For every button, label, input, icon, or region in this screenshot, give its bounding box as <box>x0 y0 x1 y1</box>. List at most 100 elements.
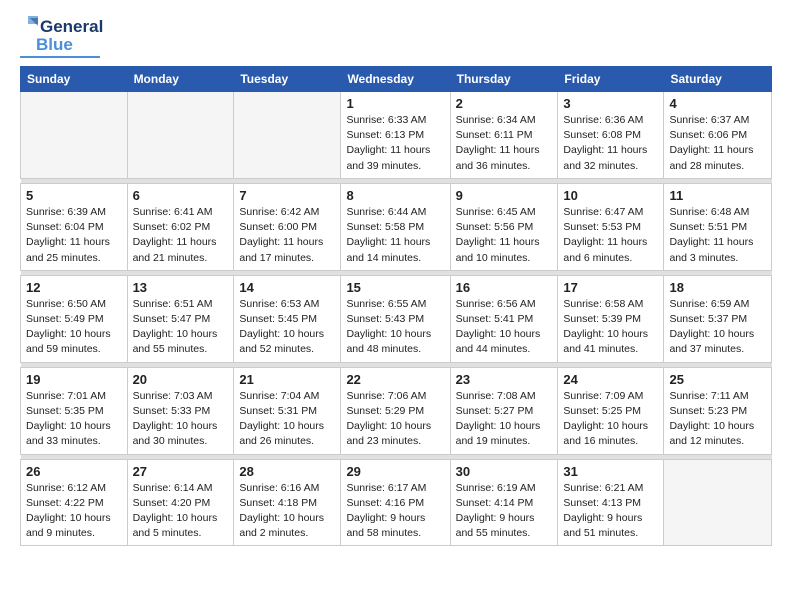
day-number: 22 <box>346 372 444 387</box>
calendar-cell: 4 Sunrise: 6:37 AMSunset: 6:06 PMDaylight… <box>664 92 772 179</box>
calendar-table: Sunday Monday Tuesday Wednesday Thursday… <box>20 66 772 546</box>
day-number: 10 <box>563 188 658 203</box>
week-row-5: 26 Sunrise: 6:12 AMSunset: 4:22 PMDayligh… <box>21 459 772 546</box>
calendar-cell: 17 Sunrise: 6:58 AMSunset: 5:39 PMDayligh… <box>558 275 664 362</box>
calendar-cell: 12 Sunrise: 6:50 AMSunset: 5:49 PMDayligh… <box>21 275 128 362</box>
day-number: 3 <box>563 96 658 111</box>
day-number: 1 <box>346 96 444 111</box>
calendar-cell: 18 Sunrise: 6:59 AMSunset: 5:37 PMDayligh… <box>664 275 772 362</box>
calendar-cell: 3 Sunrise: 6:36 AMSunset: 6:08 PMDaylight… <box>558 92 664 179</box>
day-number: 16 <box>456 280 553 295</box>
col-tuesday: Tuesday <box>234 67 341 92</box>
day-number: 24 <box>563 372 658 387</box>
day-detail: Sunrise: 6:34 AMSunset: 6:11 PMDaylight:… <box>456 113 553 174</box>
calendar-cell: 13 Sunrise: 6:51 AMSunset: 5:47 PMDayligh… <box>127 275 234 362</box>
day-number: 2 <box>456 96 553 111</box>
logo-underline <box>20 56 100 58</box>
calendar-cell: 25Sunrise: 7:11 AMSunset: 5:23 PMDayligh… <box>664 367 772 454</box>
calendar-cell: 11 Sunrise: 6:48 AMSunset: 5:51 PMDayligh… <box>664 183 772 270</box>
day-detail: Sunrise: 6:51 AMSunset: 5:47 PMDaylight:… <box>133 297 229 358</box>
day-detail: Sunrise: 6:39 AMSunset: 6:04 PMDaylight:… <box>26 205 122 266</box>
calendar-cell: 16 Sunrise: 6:56 AMSunset: 5:41 PMDayligh… <box>450 275 558 362</box>
page-container: General Blue Sunday Monday Tuesday Wedne… <box>0 0 792 556</box>
day-number: 15 <box>346 280 444 295</box>
col-thursday: Thursday <box>450 67 558 92</box>
day-detail: Sunrise: 6:58 AMSunset: 5:39 PMDaylight:… <box>563 297 658 358</box>
logo-blue: Blue <box>36 35 73 55</box>
calendar-cell: 10 Sunrise: 6:47 AMSunset: 5:53 PMDayligh… <box>558 183 664 270</box>
day-number: 26 <box>26 464 122 479</box>
day-number: 8 <box>346 188 444 203</box>
day-number: 20 <box>133 372 229 387</box>
day-detail: Sunrise: 6:36 AMSunset: 6:08 PMDaylight:… <box>563 113 658 174</box>
day-number: 19 <box>26 372 122 387</box>
day-detail: Sunrise: 6:53 AMSunset: 5:45 PMDaylight:… <box>239 297 335 358</box>
calendar-cell: 6 Sunrise: 6:41 AMSunset: 6:02 PMDaylight… <box>127 183 234 270</box>
day-number: 29 <box>346 464 444 479</box>
day-detail: Sunrise: 6:33 AMSunset: 6:13 PMDaylight:… <box>346 113 444 174</box>
calendar-cell: 31 Sunrise: 6:21 AMSunset: 4:13 PMDayligh… <box>558 459 664 546</box>
day-number: 4 <box>669 96 766 111</box>
day-detail: Sunrise: 6:14 AMSunset: 4:20 PMDaylight:… <box>133 481 229 542</box>
day-detail: Sunrise: 7:03 AMSunset: 5:33 PMDaylight:… <box>133 389 229 450</box>
day-number: 23 <box>456 372 553 387</box>
day-detail: Sunrise: 6:37 AMSunset: 6:06 PMDaylight:… <box>669 113 766 174</box>
day-detail: Sunrise: 7:08 AMSunset: 5:27 PMDaylight:… <box>456 389 553 450</box>
week-row-2: 5 Sunrise: 6:39 AMSunset: 6:04 PMDaylight… <box>21 183 772 270</box>
day-number: 21 <box>239 372 335 387</box>
day-number: 31 <box>563 464 658 479</box>
calendar-cell: 23 Sunrise: 7:08 AMSunset: 5:27 PMDayligh… <box>450 367 558 454</box>
calendar-cell: 14Sunrise: 6:53 AMSunset: 5:45 PMDayligh… <box>234 275 341 362</box>
logo-general: General <box>40 17 103 37</box>
day-detail: Sunrise: 6:16 AMSunset: 4:18 PMDaylight:… <box>239 481 335 542</box>
calendar-cell <box>127 92 234 179</box>
day-detail: Sunrise: 6:47 AMSunset: 5:53 PMDaylight:… <box>563 205 658 266</box>
day-detail: Sunrise: 6:19 AMSunset: 4:14 PMDaylight:… <box>456 481 553 542</box>
day-detail: Sunrise: 6:21 AMSunset: 4:13 PMDaylight:… <box>563 481 658 542</box>
day-detail: Sunrise: 6:59 AMSunset: 5:37 PMDaylight:… <box>669 297 766 358</box>
calendar-cell: 2 Sunrise: 6:34 AMSunset: 6:11 PMDaylight… <box>450 92 558 179</box>
week-row-4: 19 Sunrise: 7:01 AMSunset: 5:35 PMDayligh… <box>21 367 772 454</box>
col-monday: Monday <box>127 67 234 92</box>
week-row-3: 12 Sunrise: 6:50 AMSunset: 5:49 PMDayligh… <box>21 275 772 362</box>
col-friday: Friday <box>558 67 664 92</box>
calendar-cell: 26 Sunrise: 6:12 AMSunset: 4:22 PMDayligh… <box>21 459 128 546</box>
day-number: 27 <box>133 464 229 479</box>
calendar-cell <box>234 92 341 179</box>
day-number: 17 <box>563 280 658 295</box>
calendar-cell: 28Sunrise: 6:16 AMSunset: 4:18 PMDayligh… <box>234 459 341 546</box>
day-detail: Sunrise: 6:41 AMSunset: 6:02 PMDaylight:… <box>133 205 229 266</box>
day-detail: Sunrise: 7:01 AMSunset: 5:35 PMDaylight:… <box>26 389 122 450</box>
day-detail: Sunrise: 6:48 AMSunset: 5:51 PMDaylight:… <box>669 205 766 266</box>
calendar-cell: 21Sunrise: 7:04 AMSunset: 5:31 PMDayligh… <box>234 367 341 454</box>
day-detail: Sunrise: 6:12 AMSunset: 4:22 PMDaylight:… <box>26 481 122 542</box>
day-detail: Sunrise: 6:56 AMSunset: 5:41 PMDaylight:… <box>456 297 553 358</box>
day-number: 18 <box>669 280 766 295</box>
calendar-cell: 29 Sunrise: 6:17 AMSunset: 4:16 PMDayligh… <box>341 459 450 546</box>
day-number: 9 <box>456 188 553 203</box>
calendar-cell: 15 Sunrise: 6:55 AMSunset: 5:43 PMDayligh… <box>341 275 450 362</box>
day-detail: Sunrise: 6:55 AMSunset: 5:43 PMDaylight:… <box>346 297 444 358</box>
day-detail: Sunrise: 6:50 AMSunset: 5:49 PMDaylight:… <box>26 297 122 358</box>
day-detail: Sunrise: 6:44 AMSunset: 5:58 PMDaylight:… <box>346 205 444 266</box>
calendar-cell: 8 Sunrise: 6:44 AMSunset: 5:58 PMDaylight… <box>341 183 450 270</box>
day-number: 12 <box>26 280 122 295</box>
calendar-cell: 30 Sunrise: 6:19 AMSunset: 4:14 PMDayligh… <box>450 459 558 546</box>
day-number: 11 <box>669 188 766 203</box>
calendar-cell <box>21 92 128 179</box>
col-sunday: Sunday <box>21 67 128 92</box>
day-detail: Sunrise: 6:17 AMSunset: 4:16 PMDaylight:… <box>346 481 444 542</box>
day-number: 13 <box>133 280 229 295</box>
day-number: 5 <box>26 188 122 203</box>
calendar-cell <box>664 459 772 546</box>
day-number: 30 <box>456 464 553 479</box>
calendar-cell: 7Sunrise: 6:42 AMSunset: 6:00 PMDaylight… <box>234 183 341 270</box>
day-number: 6 <box>133 188 229 203</box>
logo: General Blue <box>20 16 103 58</box>
calendar-cell: 24Sunrise: 7:09 AMSunset: 5:25 PMDayligh… <box>558 367 664 454</box>
header: General Blue <box>20 16 772 58</box>
calendar-header-row: Sunday Monday Tuesday Wednesday Thursday… <box>21 67 772 92</box>
day-detail: Sunrise: 6:42 AMSunset: 6:00 PMDaylight:… <box>239 205 335 266</box>
calendar-cell: 19 Sunrise: 7:01 AMSunset: 5:35 PMDayligh… <box>21 367 128 454</box>
col-saturday: Saturday <box>664 67 772 92</box>
